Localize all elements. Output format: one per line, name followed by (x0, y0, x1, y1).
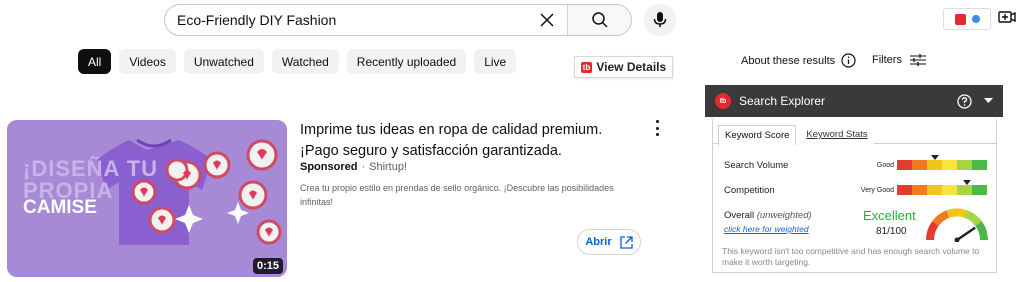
search-volume-label: Search Volume (724, 160, 789, 171)
close-icon (540, 13, 554, 27)
advertiser-name[interactable]: Shirtup! (369, 161, 407, 173)
clear-search-button[interactable] (527, 5, 567, 35)
search-input[interactable] (165, 5, 527, 35)
overall-note: (unweighted) (756, 210, 812, 221)
overall-label-text: Overall (724, 210, 755, 221)
tubebuddy-icon (954, 13, 966, 25)
competition-meter (897, 180, 987, 195)
competition-rating: Very Good (860, 187, 894, 194)
search-box (164, 4, 632, 36)
search-explorer-tabs: Keyword Score Keyword Stats (712, 125, 874, 145)
meter-bar (897, 185, 987, 195)
sponsored-label: Sponsored (300, 161, 358, 173)
chip-live[interactable]: Live (474, 49, 517, 74)
info-icon (841, 53, 856, 68)
sliders-icon (909, 54, 926, 66)
voice-search-button[interactable] (644, 4, 676, 36)
weighted-link[interactable]: click here for weighted (724, 224, 809, 234)
overall-label: Overall (unweighted) (724, 210, 812, 221)
open-ad-button[interactable]: Abrir (577, 229, 641, 255)
ad-meta: Sponsored · Shirtup! (300, 161, 407, 173)
video-duration-badge: 0:15 (252, 258, 283, 274)
search-icon (591, 12, 608, 28)
meta-separator: · (361, 161, 366, 173)
thumbnail-headline-3: CAMISE (23, 197, 97, 218)
tubebuddy-logo: tb (715, 93, 731, 109)
search-explorer-header: tb Search Explorer (705, 85, 1003, 117)
view-details-label: View Details (596, 60, 667, 74)
meter-bar (897, 160, 987, 170)
chip-all[interactable]: All (78, 49, 112, 74)
verdict-label: Excellent (863, 208, 916, 223)
open-label: Abrir (585, 236, 612, 248)
help-icon[interactable] (957, 93, 972, 109)
collapse-caret-icon[interactable] (984, 98, 993, 104)
filters-button[interactable]: Filters (872, 53, 926, 67)
chip-videos[interactable]: Videos (119, 49, 176, 74)
search-button[interactable] (567, 5, 631, 35)
more-actions-icon[interactable] (652, 120, 662, 136)
meter-marker (963, 180, 972, 185)
about-results-button[interactable]: About these results (741, 53, 856, 68)
tab-keyword-stats[interactable]: Keyword Stats (796, 125, 874, 145)
chip-watched[interactable]: Watched (271, 49, 339, 74)
microphone-icon (653, 12, 667, 27)
competition-label: Competition (724, 185, 775, 196)
ad-title[interactable]: Imprime tus ideas en ropa de calidad pre… (300, 120, 640, 162)
ad-thumbnail[interactable]: ¡DISEÑA TU PROPIA CAMISE 0:15 (7, 120, 287, 277)
tab-keyword-score[interactable]: Keyword Score (718, 125, 797, 145)
filter-chips: All Videos Unwatched Watched Recently up… (78, 49, 517, 74)
search-volume-meter (897, 155, 987, 170)
tubebuddy-logo: tb (580, 61, 593, 73)
extension-button[interactable] (943, 8, 991, 30)
chip-recently-uploaded[interactable]: Recently uploaded (346, 49, 467, 74)
view-details-button[interactable]: tb View Details (574, 56, 673, 78)
thumbnail-headline-1: ¡DISEÑA TU (23, 156, 159, 181)
search-volume-rating: Good (876, 162, 894, 169)
external-link-icon (619, 235, 633, 249)
score-gauge-icon (926, 208, 988, 242)
filters-label: Filters (872, 54, 902, 66)
meter-marker (930, 155, 939, 160)
status-dot-icon (971, 15, 980, 23)
search-explorer-title: Search Explorer (739, 94, 826, 108)
ad-description: Crea tu propio estilo en prendas de sell… (300, 183, 614, 207)
chip-unwatched[interactable]: Unwatched (183, 49, 264, 74)
keyword-summary: This keyword isn't too competitive and h… (722, 246, 980, 267)
create-video-icon[interactable] (998, 10, 1016, 26)
score-value: 81/100 (876, 226, 907, 237)
about-results-label: About these results (741, 54, 836, 67)
